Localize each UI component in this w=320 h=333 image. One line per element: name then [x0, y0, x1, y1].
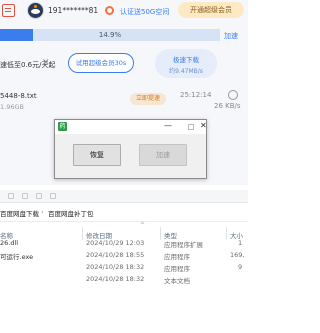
rename-icon[interactable] [50, 193, 56, 199]
file-type: 应用程序 [164, 265, 190, 273]
speed-button-label: 极速下载 [173, 56, 199, 64]
avatar[interactable] [27, 2, 44, 19]
speed-button-sub: 约9.47MB/s [169, 68, 203, 75]
file-modified: 2024/10/28 18:55 [86, 251, 145, 259]
restore-button[interactable]: 恢复 [73, 144, 121, 166]
file-type: 文本文档 [164, 277, 190, 285]
speed-download-button[interactable]: 极速下载 约9.47MB/s [155, 49, 217, 78]
address-bar[interactable]: 百度网盘下载 › 百度网盘补丁包 [0, 204, 248, 222]
trial-super-member-button[interactable]: 试用超级会员30s [68, 53, 134, 73]
file-explorer: 百度网盘下载 › 百度网盘补丁包 ^ 名称 修改日期 类型 大小 26.dll … [0, 190, 248, 333]
task-speed: 26 KB/s [214, 102, 241, 110]
super-member-button[interactable]: 开通超级会员 [178, 2, 244, 18]
table-row[interactable]: 2024/10/28 18:32 文本文档 [0, 275, 248, 286]
file-name: 可运行.exe [0, 253, 34, 261]
restore-accelerate-dialog: 药 — ✕ 恢复 加速 [54, 119, 207, 179]
minimize-icon[interactable]: — [164, 121, 172, 130]
file-modified: 2024/10/28 18:32 [86, 275, 145, 283]
task-file-size: 1.96GB [0, 103, 24, 111]
table-row[interactable]: 可运行.exe 2024/10/28 18:55 应用程序 169, [0, 251, 248, 262]
app-icon: 药 [58, 122, 67, 131]
close-promo-icon[interactable]: ✕ [42, 58, 50, 68]
task-time: 25:12:14 [180, 91, 212, 99]
task-file-name: 5448-8.txt [0, 92, 37, 100]
breadcrumb-separator-icon: › [41, 208, 44, 216]
file-size: 9 [238, 263, 243, 271]
file-modified: 2024/10/28 18:32 [86, 263, 145, 271]
username: 191*******81 [48, 6, 99, 15]
download-progress-bar: 14.9% [0, 29, 220, 41]
breadcrumb-item[interactable]: 百度网盘补丁包 [48, 208, 94, 218]
auth-link[interactable]: 认证送50G空间 [120, 7, 169, 17]
paste-icon[interactable] [36, 193, 42, 199]
accelerate-button[interactable]: 加速 [139, 144, 187, 166]
table-row[interactable]: 26.dll 2024/10/29 12:03 应用程序扩展 1 [0, 239, 248, 250]
breadcrumb-item[interactable]: 百度网盘下载 [0, 208, 39, 218]
cut-icon[interactable] [8, 193, 14, 199]
file-name: 26.dll [0, 239, 19, 247]
close-icon[interactable]: ✕ [200, 121, 207, 130]
progress-percent: 14.9% [98, 31, 122, 39]
level-badge-icon [105, 6, 114, 15]
explorer-toolbar [0, 190, 248, 203]
sort-arrow-icon: ^ [140, 222, 146, 229]
file-type: 应用程序 [164, 253, 190, 261]
file-modified: 2024/10/29 12:03 [86, 239, 145, 247]
file-size: 169, [230, 251, 245, 259]
copy-icon[interactable] [22, 193, 28, 199]
file-size: 1 [238, 239, 243, 247]
file-type: 应用程序扩展 [164, 241, 203, 249]
accelerate-link[interactable]: 加速 [224, 31, 238, 41]
speedup-now-button[interactable]: 立即提速 [130, 93, 166, 105]
table-row[interactable]: 2024/10/28 18:32 应用程序 9 [0, 263, 248, 274]
maximize-icon[interactable] [188, 124, 194, 130]
trash-icon[interactable] [2, 4, 15, 17]
task-folder-icon[interactable] [228, 90, 238, 100]
dialog-titlebar[interactable]: 药 — ✕ [55, 120, 207, 134]
